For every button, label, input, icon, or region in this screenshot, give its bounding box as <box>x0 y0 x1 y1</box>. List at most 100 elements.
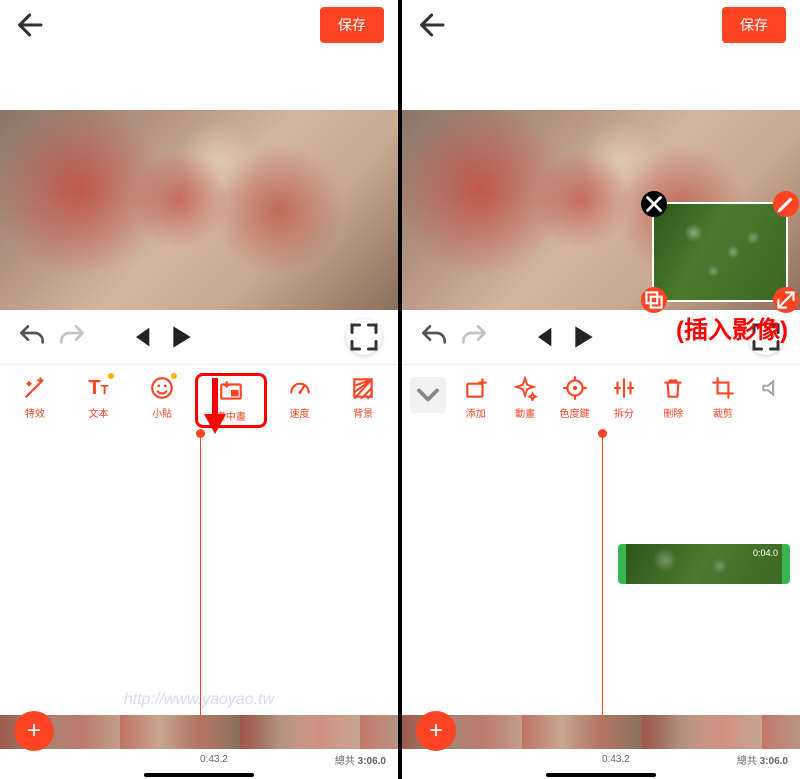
video-track[interactable] <box>402 715 800 749</box>
tool-label: 拆分 <box>614 405 634 420</box>
plus-icon: + <box>429 717 443 745</box>
pip-toolbar: 添加 動畫 色度鍵 拆分 刪除 裁剪 <box>402 364 800 432</box>
annotation-text: (插入影像) <box>676 310 788 345</box>
tool-label: 特效 <box>25 405 45 420</box>
undo-icon <box>418 321 450 353</box>
tool-label: 刪除 <box>663 405 683 420</box>
pip-edit-button[interactable] <box>773 191 799 217</box>
tool-label: 速度 <box>290 405 310 420</box>
skip-start-button[interactable] <box>526 321 558 353</box>
current-time: 0:43.2 <box>602 754 630 765</box>
tool-label: 背景 <box>353 405 373 420</box>
fullscreen-button[interactable] <box>346 319 382 355</box>
tool-pip[interactable]: 畫中畫 <box>195 373 267 428</box>
skip-previous-icon <box>124 321 156 353</box>
tool-add[interactable]: 添加 <box>452 373 499 422</box>
pip-clip[interactable]: 0:04.0 <box>618 544 790 584</box>
crop-icon <box>710 375 736 401</box>
copy-icon <box>641 287 667 313</box>
target-icon <box>562 375 588 401</box>
plus-icon: + <box>27 717 41 745</box>
total-time: 總共 3:06.0 <box>335 752 386 767</box>
play-button[interactable] <box>566 321 598 353</box>
tool-text[interactable]: TT 文本 <box>68 373 130 422</box>
pencil-icon <box>773 191 799 217</box>
tool-animation[interactable]: 動畫 <box>501 373 548 422</box>
tool-delete[interactable]: 刪除 <box>650 373 697 422</box>
redo-button[interactable] <box>56 321 88 353</box>
play-icon <box>164 321 196 353</box>
timeline[interactable]: http://www.yaoyao.tw + 0:43.2 總共 3:06.0 <box>0 432 398 769</box>
pip-overlay[interactable] <box>652 202 788 302</box>
tool-effects[interactable]: 特效 <box>4 373 66 422</box>
fullscreen-icon <box>346 319 382 355</box>
back-button[interactable] <box>14 8 48 42</box>
video-preview[interactable] <box>0 110 398 310</box>
undo-button[interactable] <box>418 321 450 353</box>
chevron-down-icon <box>410 377 446 413</box>
topbar: 保存 <box>0 0 398 50</box>
back-button[interactable] <box>416 8 450 42</box>
timeline[interactable]: 0:04.0 + 0:43.2 總共 3:06.0 <box>402 432 800 769</box>
tool-label: 文本 <box>89 405 109 420</box>
trash-icon <box>660 375 686 401</box>
timebar: 0:43.2 總共 3:06.0 <box>402 749 800 769</box>
arrow-left-icon <box>14 8 48 42</box>
pip-icon <box>218 378 244 404</box>
tool-chroma[interactable]: 色度鍵 <box>551 373 598 422</box>
tool-background[interactable]: 背景 <box>332 373 394 422</box>
edit-toolbar: 特效 TT 文本 小貼 畫中畫 速度 背景 <box>0 364 398 432</box>
screen-right: 保存 (插入影像) 添加 動畫 色度鍵 拆分 刪除 裁剪 0:04.0 + <box>402 0 800 779</box>
tool-label: 動畫 <box>515 405 535 420</box>
play-button[interactable] <box>164 321 196 353</box>
tool-sticker[interactable]: 小貼 <box>131 373 193 422</box>
split-icon <box>611 375 637 401</box>
undo-icon <box>16 321 48 353</box>
watermark: http://www.yaoyao.tw <box>124 691 274 709</box>
text-icon: TT <box>86 375 112 401</box>
add-media-button[interactable]: + <box>14 711 54 751</box>
arrow-left-icon <box>416 8 450 42</box>
redo-icon <box>458 321 490 353</box>
current-time: 0:43.2 <box>200 754 228 765</box>
total-time: 總共 3:06.0 <box>737 752 788 767</box>
pip-close-button[interactable] <box>641 191 667 217</box>
sparkle-icon <box>512 375 538 401</box>
timebar: 0:43.2 總共 3:06.0 <box>0 749 398 769</box>
tool-label: 畫中畫 <box>216 408 246 423</box>
playback-controls <box>0 310 398 364</box>
video-track[interactable] <box>0 715 398 749</box>
tool-volume[interactable] <box>749 373 796 407</box>
redo-icon <box>56 321 88 353</box>
tool-label: 裁剪 <box>713 405 733 420</box>
gauge-icon <box>287 375 313 401</box>
collapse-button[interactable] <box>410 377 446 413</box>
volume-icon <box>759 375 785 401</box>
save-button[interactable]: 保存 <box>722 7 786 43</box>
play-icon <box>566 321 598 353</box>
add-media-button[interactable]: + <box>416 711 456 751</box>
smiley-icon <box>149 375 175 401</box>
undo-button[interactable] <box>16 321 48 353</box>
skip-start-button[interactable] <box>124 321 156 353</box>
close-icon <box>641 191 667 217</box>
tool-label: 色度鍵 <box>560 405 590 420</box>
pip-copy-button[interactable] <box>641 287 667 313</box>
magic-wand-icon <box>22 375 48 401</box>
redo-button[interactable] <box>458 321 490 353</box>
save-button[interactable]: 保存 <box>320 7 384 43</box>
pattern-icon <box>350 375 376 401</box>
playhead[interactable] <box>200 432 201 715</box>
topbar: 保存 <box>402 0 800 50</box>
tool-label: 添加 <box>466 405 486 420</box>
system-navbar <box>0 769 398 779</box>
screen-left: 保存 特效 TT 文本 小貼 畫中畫 速度 背景 http://www.yaoya… <box>0 0 398 779</box>
video-preview[interactable]: (插入影像) <box>402 110 800 310</box>
playhead[interactable] <box>602 432 603 715</box>
tool-split[interactable]: 拆分 <box>600 373 647 422</box>
tool-speed[interactable]: 速度 <box>269 373 331 422</box>
add-clip-icon <box>463 375 489 401</box>
tool-label: 小貼 <box>152 405 172 420</box>
clip-duration: 0:04.0 <box>753 548 778 558</box>
tool-crop[interactable]: 裁剪 <box>699 373 746 422</box>
